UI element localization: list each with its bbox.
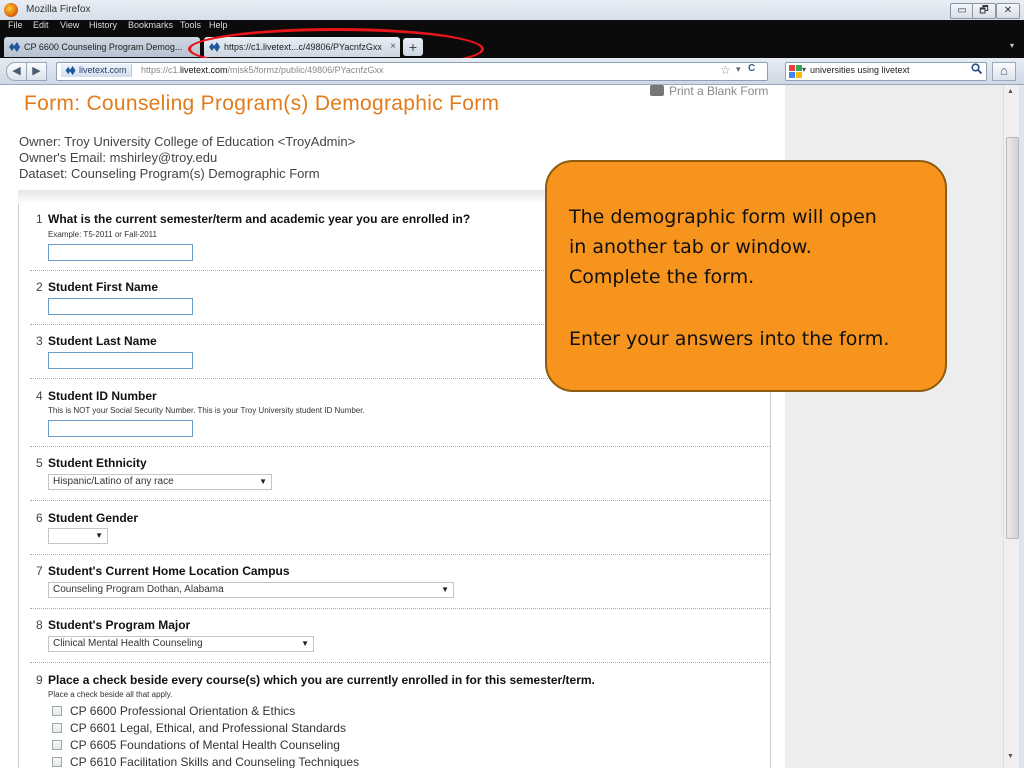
course-label: CP 6600 Professional Orientation & Ethic…: [70, 704, 296, 718]
question-label: Student ID Number: [48, 389, 157, 403]
search-engine-dropdown-icon[interactable]: ▾: [802, 65, 806, 74]
question-number: 2: [36, 280, 43, 294]
course-label: CP 6610 Facilitation Skills and Counseli…: [70, 755, 360, 768]
question-number: 1: [36, 212, 43, 226]
firefox-icon: [4, 3, 18, 17]
site-identity-button[interactable]: livetext.com: [61, 64, 132, 77]
print-blank-form-link[interactable]: Print a Blank Form: [650, 84, 768, 98]
question-number: 5: [36, 456, 43, 470]
question-number: 4: [36, 389, 43, 403]
scroll-up-arrow[interactable]: ▲: [1007, 88, 1014, 95]
home-button[interactable]: ⌂: [992, 62, 1016, 81]
menu-bookmarks[interactable]: Bookmarks: [128, 20, 173, 30]
question-number: 8: [36, 618, 43, 632]
chevron-down-icon: ▼: [95, 531, 103, 540]
question-number: 7: [36, 564, 43, 578]
url-history-dropdown[interactable]: ▾: [736, 64, 741, 75]
navigation-toolbar: ◀ ▶ livetext.com https://c1.livetext.com…: [0, 58, 1024, 85]
question-label: Place a check beside every course(s) whi…: [48, 673, 595, 687]
form-dataset: Dataset: Counseling Program(s) Demograph…: [19, 166, 320, 181]
last-name-input[interactable]: [48, 352, 193, 369]
bookmark-star-icon[interactable]: ☆: [720, 63, 731, 77]
instruction-callout: The demographic form will open in anothe…: [545, 160, 947, 392]
course-checkbox[interactable]: [52, 757, 62, 767]
tab-bar: CP 6600 Counseling Program Demog... http…: [0, 33, 1024, 58]
tab-label: CP 6600 Counseling Program Demog...: [24, 42, 183, 52]
reload-icon[interactable]: C: [748, 63, 755, 74]
question-label: Student's Current Home Location Campus: [48, 564, 290, 578]
question-label: Student Ethnicity: [48, 456, 147, 470]
student-id-input[interactable]: [48, 420, 193, 437]
scroll-down-arrow[interactable]: ▼: [1007, 753, 1014, 760]
menu-bar: File Edit View History Bookmarks Tools H…: [0, 20, 1024, 33]
course-checkbox[interactable]: [52, 723, 62, 733]
menu-file[interactable]: File: [8, 20, 23, 30]
gender-select[interactable]: ▼: [48, 528, 108, 544]
course-label: CP 6605 Foundations of Mental Health Cou…: [70, 738, 340, 752]
question-hint: Place a check beside all that apply.: [48, 690, 173, 699]
page-title: Form: Counseling Program(s) Demographic …: [24, 92, 500, 115]
url-text: https://c1.livetext.com/misk5/formz/publ…: [141, 65, 384, 75]
semester-term-input[interactable]: [48, 244, 193, 261]
magnifier-icon[interactable]: [971, 63, 983, 77]
course-label: CP 6601 Legal, Ethical, and Professional…: [70, 721, 346, 735]
forward-button[interactable]: ▶: [26, 62, 47, 81]
question-number: 6: [36, 511, 43, 525]
callout-line: in another tab or window.: [569, 236, 812, 258]
question-divider: [30, 662, 770, 663]
question-divider: [30, 554, 770, 555]
search-bar[interactable]: ▾ universities using livetext: [785, 62, 987, 81]
first-name-input[interactable]: [48, 298, 193, 315]
question-label: Student First Name: [48, 280, 159, 294]
chevron-down-icon: ▼: [441, 585, 449, 594]
question-divider: [30, 446, 770, 447]
menu-edit[interactable]: Edit: [33, 20, 49, 30]
question-label: Student Gender: [48, 511, 139, 525]
menu-tools[interactable]: Tools: [180, 20, 201, 30]
question-number: 3: [36, 334, 43, 348]
course-checkbox[interactable]: [52, 740, 62, 750]
question-label: Student Last Name: [48, 334, 157, 348]
question-label: What is the current semester/term and ac…: [48, 212, 471, 226]
question-divider: [30, 500, 770, 501]
url-bar[interactable]: livetext.com https://c1.livetext.com/mis…: [56, 62, 768, 81]
question-number: 9: [36, 673, 43, 687]
minimize-button[interactable]: ▭: [950, 3, 974, 19]
back-button[interactable]: ◀: [6, 62, 27, 81]
menu-help[interactable]: Help: [209, 20, 228, 30]
window-title: Mozilla Firefox: [26, 4, 91, 15]
callout-line: Complete the form.: [569, 266, 755, 288]
callout-line: Enter your answers into the form.: [569, 328, 890, 350]
livetext-icon: [65, 66, 76, 75]
maximize-button[interactable]: 🗗: [972, 3, 996, 19]
livetext-icon: [9, 42, 20, 52]
tab-list-icon[interactable]: ▾: [1010, 41, 1014, 50]
callout-line: The demographic form will open: [569, 206, 877, 228]
question-divider: [30, 608, 770, 609]
vertical-scrollbar[interactable]: ▲ ▼: [1003, 85, 1020, 768]
home-campus-select[interactable]: Counseling Program Dothan, Alabama ▼: [48, 582, 454, 598]
question-label: Student's Program Major: [48, 618, 191, 632]
course-checkbox[interactable]: [52, 706, 62, 716]
menu-history[interactable]: History: [89, 20, 117, 30]
question-hint: Example: T5-2011 or Fall-2011: [48, 230, 157, 239]
scrollbar-thumb[interactable]: [1006, 137, 1019, 539]
form-owner-email: Owner's Email: mshirley@troy.edu: [19, 150, 218, 165]
chevron-down-icon: ▼: [259, 477, 267, 486]
tab-cp6600[interactable]: CP 6600 Counseling Program Demog...: [4, 37, 200, 57]
question-hint: This is NOT your Social Security Number.…: [48, 406, 365, 415]
form-owner: Owner: Troy University College of Educat…: [19, 134, 356, 149]
search-input[interactable]: universities using livetext: [810, 65, 910, 75]
ethnicity-select[interactable]: Hispanic/Latino of any race ▼: [48, 474, 272, 490]
menu-view[interactable]: View: [60, 20, 79, 30]
window-title-bar: Mozilla Firefox ▭ 🗗 ✕: [0, 0, 1024, 20]
program-major-select[interactable]: Clinical Mental Health Counseling ▼: [48, 636, 314, 652]
printer-icon: [650, 85, 664, 96]
close-window-button[interactable]: ✕: [996, 3, 1020, 19]
window-border: [1019, 85, 1024, 768]
chevron-down-icon: ▼: [301, 639, 309, 648]
search-engine-icon[interactable]: [789, 65, 802, 78]
